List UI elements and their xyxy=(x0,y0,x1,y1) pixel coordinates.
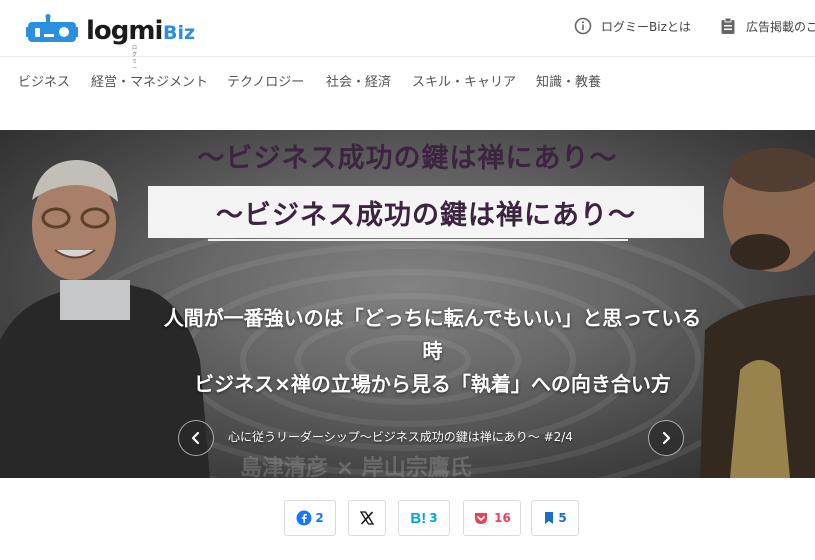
article-hero: 〜ビジネス成功の鍵は禅にあり〜 〜ビジネス成功の鍵は禅にあり〜 島津清彦 × 岸… xyxy=(0,130,815,478)
banner-heading-box-text: 〜ビジネス成功の鍵は禅にあり〜 xyxy=(216,199,636,231)
banner-heading-box: 〜ビジネス成功の鍵は禅にあり〜 xyxy=(148,186,704,238)
facebook-share-button[interactable]: 2 xyxy=(284,500,336,536)
pocket-count: 16 xyxy=(494,511,511,525)
x-logo-icon xyxy=(359,511,375,525)
speaker-names-watermark: 島津清彦 × 岸山宗鷹氏 xyxy=(240,456,472,478)
facebook-icon xyxy=(296,510,312,526)
clipboard-icon xyxy=(718,16,738,36)
nav-item-knowledge[interactable]: 知識・教養 xyxy=(536,71,601,90)
logo-biz: Biz xyxy=(163,22,196,44)
article-title-line-2: 時 xyxy=(422,339,443,363)
bookmark-count: 5 xyxy=(558,511,567,525)
logmi-biz-logo[interactable]: logmi Biz ログミー xyxy=(26,10,195,72)
hatena-b-icon: B! xyxy=(410,509,427,527)
banner-heading-top: 〜ビジネス成功の鍵は禅にあり〜 xyxy=(0,130,815,180)
about-link[interactable]: ログミーBizとは xyxy=(573,16,691,36)
next-article-button[interactable] xyxy=(648,420,684,456)
x-share-button[interactable] xyxy=(348,500,386,536)
series-navigation: 心に従うリーダーシップ〜ビジネス成功の鍵は禅にあり〜 #2/4 xyxy=(0,420,815,456)
bookmark-button[interactable]: 5 xyxy=(531,500,579,536)
pocket-button[interactable]: 16 xyxy=(463,500,521,536)
nav-item-technology[interactable]: テクノロジー xyxy=(227,71,304,90)
chevron-left-icon xyxy=(191,431,200,445)
bookmark-icon xyxy=(545,512,554,524)
article-title-line-3: ビジネス×禅の立場から見る「執着」への向き合い方 xyxy=(194,372,671,396)
banner-heading-top-text: 〜ビジネス成功の鍵は禅にあり〜 xyxy=(197,142,618,174)
site-header: logmi Biz ログミー ログミーBizとは 広告掲載のご xyxy=(0,0,815,72)
robot-logo-icon xyxy=(26,14,78,42)
article-title: 人間が一番強いのは「どっちに転んでもいい」と思っている 時 ビジネス×禅の立場か… xyxy=(100,302,765,401)
category-nav: ビジネス 経営・マネジメント テクノロジー 社会・経済 スキル・キャリア 知識・… xyxy=(0,57,815,101)
facebook-count: 2 xyxy=(315,511,324,525)
nav-item-business[interactable]: ビジネス xyxy=(18,71,70,90)
prev-article-button[interactable] xyxy=(178,420,214,456)
nav-item-skill-career[interactable]: スキル・キャリア xyxy=(412,71,516,90)
nav-item-society[interactable]: 社会・経済 xyxy=(326,71,391,90)
info-circle-icon xyxy=(573,16,593,36)
about-label: ログミーBizとは xyxy=(601,19,691,34)
chevron-right-icon xyxy=(662,431,671,445)
nav-item-management[interactable]: 経営・マネジメント xyxy=(91,71,208,90)
logo-wordmark: logmi xyxy=(86,16,163,46)
ads-label: 広告掲載のご xyxy=(746,19,815,34)
series-label[interactable]: 心に従うリーダーシップ〜ビジネス成功の鍵は禅にあり〜 #2/4 xyxy=(228,428,573,445)
banner-underline xyxy=(208,239,628,241)
hatena-count: 3 xyxy=(429,511,438,525)
pocket-icon xyxy=(475,513,488,524)
hatena-bookmark-button[interactable]: B! 3 xyxy=(398,500,450,536)
ads-link[interactable]: 広告掲載のご xyxy=(718,16,815,36)
article-title-line-1: 人間が一番強いのは「どっちに転んでもいい」と思っている xyxy=(163,306,702,330)
